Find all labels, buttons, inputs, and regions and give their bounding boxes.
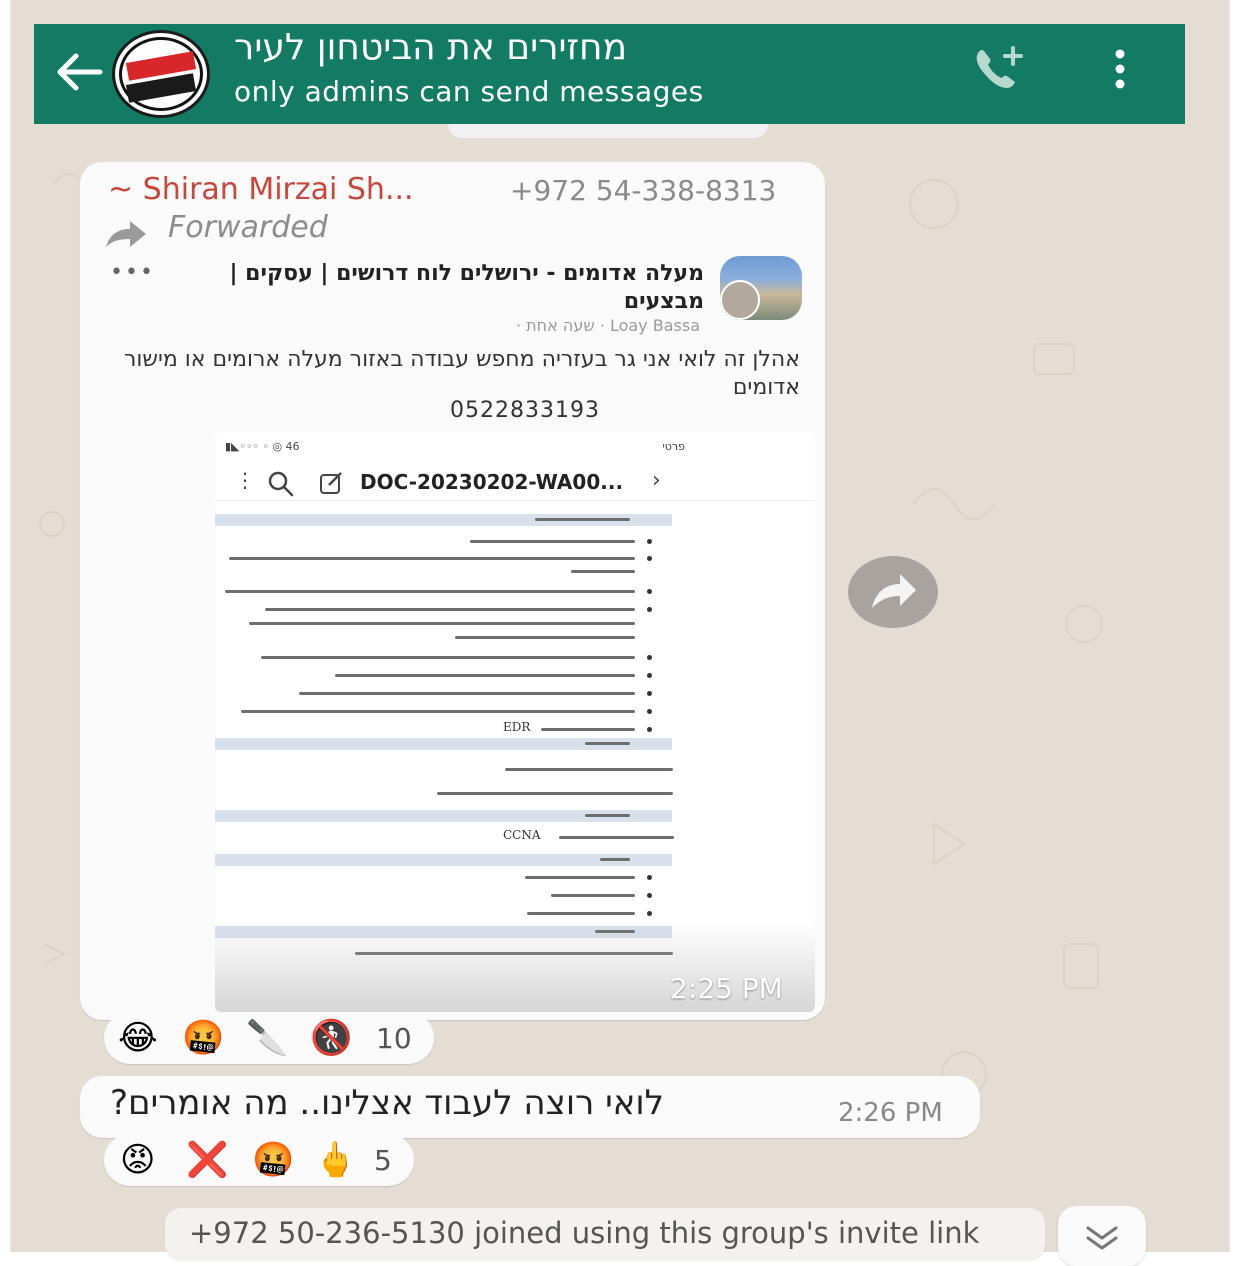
group-avatar[interactable] [112, 30, 210, 118]
message-reactions[interactable]: 😡 ❌ 🤬 🖕 5 [104, 1134, 414, 1186]
sender-phone: +972 54-338-8313 [510, 174, 777, 207]
edit-icon [320, 472, 342, 494]
reaction-emoji: 😡 [120, 1140, 156, 1180]
forward-button[interactable] [848, 556, 938, 628]
reaction-count: 10 [376, 1022, 412, 1055]
system-join-notice: +972 50-236-5130 joined using this group… [165, 1208, 1045, 1260]
document-screenshot[interactable]: ▮◣◦◦◦ ◦ ◎ 46 פרטי ⋮ DOC-20230202-WA00...… [215, 432, 815, 1012]
reaction-count: 5 [374, 1144, 392, 1177]
post-group-name: מעלה אדומים - ירושלים לוח דרושים | עסקים… [229, 261, 704, 314]
document-text-lines: EDR CCNA [215, 510, 815, 970]
more-horizontal-icon: ••• [110, 260, 155, 285]
message-time: 2:25 PM [670, 972, 783, 1005]
forward-arrow-icon [106, 221, 146, 247]
message-text: לואי רוצה לעבוד אצלינו.. מה אומרים? [110, 1083, 664, 1123]
more-vertical-icon[interactable] [1106, 44, 1134, 94]
document-filename: DOC-20230202-WA00... [360, 470, 624, 494]
phone-status-bar: ▮◣◦◦◦ ◦ ◎ 46 פרטי [225, 440, 685, 453]
message-bubble[interactable]: לואי רוצה לעבוד אצלינו.. מה אומרים? 2:26… [80, 1076, 980, 1138]
reaction-emoji: 🤬 [252, 1140, 295, 1180]
search-icon [268, 471, 294, 497]
system-join-text: +972 50-236-5130 joined using this group… [189, 1216, 980, 1250]
reaction-emoji: 🤬 [182, 1018, 225, 1058]
chevron-double-down-icon [1086, 1226, 1118, 1250]
group-subtitle: only admins can send messages [234, 75, 704, 108]
previous-message-edge [448, 124, 768, 138]
group-title[interactable]: מחזירים את הביטחון לעיר [234, 26, 774, 70]
post-phone: 0522833193 [450, 398, 600, 423]
forwarded-label: Forwarded [168, 210, 328, 245]
forwarded-message-bubble[interactable]: ~ Shiran Mirzai Sh... +972 54-338-8313 F… [80, 162, 825, 1020]
post-group-thumbnail [720, 256, 802, 320]
message-reactions[interactable]: 😂 🤬 🔪 🚷 10 [104, 1012, 434, 1064]
document-viewer-toolbar: ⋮ DOC-20230202-WA00... › [215, 466, 815, 501]
post-text: אהלן זה לואי אני גר בעזריה מחפש עבודה בא… [123, 347, 800, 400]
sender-name[interactable]: ~ Shiran Mirzai Sh... [108, 172, 414, 207]
chevron-right-icon: › [652, 468, 661, 493]
add-call-icon[interactable] [969, 44, 1029, 94]
message-time: 2:26 PM [838, 1098, 943, 1128]
reaction-emoji: 🖕 [314, 1140, 357, 1180]
reaction-emoji: 🔪 [246, 1018, 289, 1058]
reaction-emoji: 🚷 [310, 1018, 353, 1058]
more-vertical-icon: ⋮ [235, 468, 255, 492]
chat-header: מחזירים את הביטחון לעיר only admins can … [34, 24, 1185, 124]
reaction-emoji: ❌ [186, 1140, 229, 1180]
post-author: Loay Bassa · שעה אחת · [515, 316, 700, 335]
reaction-emoji: 😂 [118, 1018, 158, 1058]
forward-arrow-icon [872, 574, 916, 608]
scroll-to-bottom-button[interactable] [1058, 1206, 1146, 1266]
arrow-left-icon[interactable] [54, 50, 104, 94]
